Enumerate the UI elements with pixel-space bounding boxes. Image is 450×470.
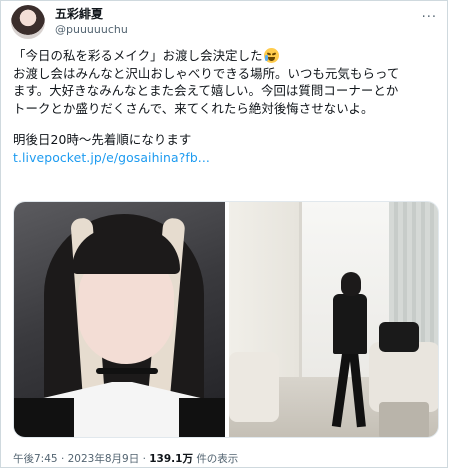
view-label: 件の表示	[196, 453, 239, 465]
photo-full-body[interactable]	[229, 202, 438, 437]
tweet-line: ます。大好きなみんなとまた会えて嬉しい。今回は質問コーナーとか	[13, 83, 399, 98]
post-date[interactable]: 2023年8月9日	[68, 453, 140, 465]
loudly-crying-face-icon	[263, 48, 279, 63]
more-options-icon[interactable]: ···	[422, 11, 437, 24]
photo-head	[341, 272, 361, 296]
photo-bag	[379, 322, 419, 352]
post-time[interactable]: 午後7:45	[13, 453, 58, 465]
view-count: 139.1万	[149, 453, 193, 465]
photo-choker	[96, 368, 158, 374]
tweet-line: 明後日20時〜先着順になります	[13, 132, 192, 147]
media-grid	[13, 201, 439, 438]
line-spacer	[13, 117, 441, 131]
photo-jacket	[14, 398, 74, 437]
photo-outfit	[333, 294, 367, 354]
photo-jacket	[179, 398, 225, 437]
tweet-card: 五彩緋夏 @puuuuuchu ··· 「今日の私を彩るメイク」お渡し会決定した…	[0, 0, 448, 468]
avatar[interactable]	[11, 5, 45, 39]
meta-separator: ·	[142, 453, 146, 465]
tweet-line: 「今日の私を彩るメイク」お渡し会決定した	[13, 47, 441, 65]
meta-separator: ·	[60, 453, 65, 465]
photo-portrait[interactable]	[14, 202, 225, 437]
tweet-link[interactable]: t.livepocket.jp/e/gosaihina?fb...	[13, 149, 441, 167]
tweet-line: お渡し会はみんなと沢山おしゃべりできる場所。いつも元気もらって	[13, 65, 400, 81]
photo-armchair	[229, 352, 279, 422]
tweet-meta: 午後7:45 · 2023年8月9日 · 139.1万 件の表示	[13, 452, 238, 466]
photo-suitcase	[379, 402, 429, 437]
author-handle[interactable]: @puuuuuchu	[55, 23, 128, 37]
tweet-line-text: 「今日の私を彩るメイク」お渡し会決定した	[13, 48, 263, 63]
tweet-text: 「今日の私を彩るメイク」お渡し会決定した お渡し会はみんなと沢山おしゃべりできる…	[13, 47, 441, 166]
author-name[interactable]: 五彩緋夏	[55, 7, 103, 22]
tweet-line: トークとか盛りだくさんで、来てくれたら絶対後悔させないよ。	[13, 100, 374, 116]
